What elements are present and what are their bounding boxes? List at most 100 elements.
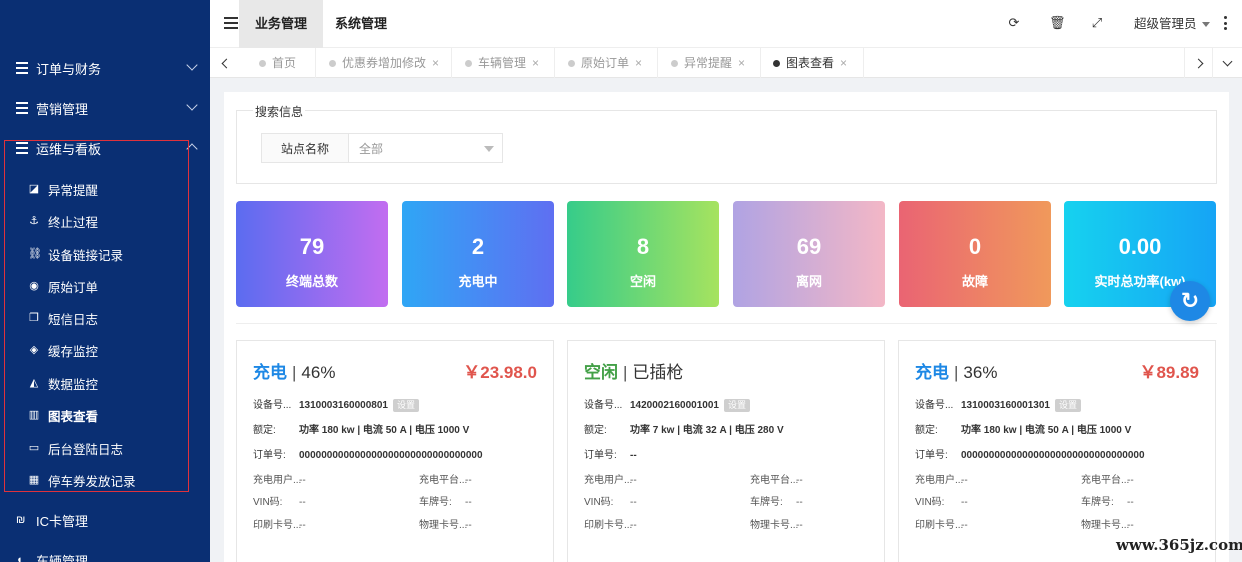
link-icon: ⛓	[28, 248, 42, 260]
settings-badge[interactable]: 设置	[1054, 398, 1081, 412]
close-icon[interactable]: ×	[738, 48, 745, 78]
sidebar-item-sms-log[interactable]: ❐ 短信日志	[28, 303, 198, 333]
rated-spec: 功率 7 kw | 电流 32 A | 电压 280 V	[630, 425, 784, 436]
sidebar-item-data-monitor[interactable]: ◭ 数据监控	[28, 368, 198, 398]
settings-badge[interactable]: 设置	[392, 398, 419, 412]
page-tab-home[interactable]: 首页	[246, 48, 316, 78]
main-content: 搜索信息 站点名称 全部 79 终端总数 2 充电中 8 空闲 69 离网 0 …	[224, 92, 1229, 562]
physical-card: --	[465, 520, 472, 531]
physical-card: --	[796, 520, 803, 531]
dashboard-icon: ◪	[28, 183, 40, 195]
station-select[interactable]: 全部	[348, 133, 503, 163]
status-detail: 已插枪	[632, 363, 684, 382]
menu-list-icon	[16, 102, 28, 114]
charger-card[interactable]: 充电 | 46% ￥23.98.0 设备号... 1310003160000801 设置…	[236, 340, 554, 562]
tabs-dropdown-icon[interactable]	[1212, 48, 1242, 78]
vin-label: VIN码:	[584, 497, 614, 508]
close-icon[interactable]: ×	[432, 48, 439, 78]
device-no-label: 设备号...	[584, 400, 623, 411]
separator: |	[623, 363, 628, 382]
tab-dot	[259, 60, 266, 68]
device-no-label: 设备号...	[915, 400, 954, 411]
plate-label: 车牌号:	[419, 497, 452, 508]
sidebar-item-alerts[interactable]: ◪ 异常提醒	[28, 174, 198, 204]
charging-user-label: 充电用户...	[584, 475, 633, 486]
vin: --	[961, 497, 968, 508]
status-text: 充电	[253, 363, 287, 382]
charger-status: 充电 | 46%	[253, 358, 335, 383]
stat-card-fault[interactable]: 0 故障	[899, 201, 1051, 307]
order-no: --	[630, 450, 637, 461]
collapse-menu-icon[interactable]	[224, 17, 238, 29]
top-tab-system[interactable]: 系统管理	[319, 0, 403, 48]
sidebar-group-marketing[interactable]: 营销管理	[0, 88, 210, 128]
plate: --	[465, 497, 472, 508]
trash-icon[interactable]: 🗑	[1049, 16, 1066, 30]
order-no-label: 订单号:	[584, 450, 617, 461]
compass-icon: ◉	[29, 280, 39, 292]
stat-card-offline[interactable]: 69 离网	[733, 201, 885, 307]
separator: |	[954, 363, 959, 382]
printed-card: --	[630, 520, 637, 531]
sidebar-group-vehicle[interactable]: ◖ 车辆管理	[0, 540, 210, 562]
close-icon[interactable]: ×	[635, 48, 642, 78]
sidebar: 订单与财务 营销管理 运维与看板 ◪ 异常提醒 ⚓ 终止过程 ⛓ 设备链接记录 …	[0, 0, 210, 562]
sidebar-item-cache-monitor[interactable]: ◈ 缓存监控	[28, 335, 198, 365]
sidebar-item-parking-coupon-log[interactable]: ▦ 停车券发放记录	[28, 465, 198, 495]
refresh-icon[interactable]: ⟳	[1007, 16, 1021, 30]
menu-list-icon	[16, 142, 28, 154]
plate-label: 车牌号:	[750, 497, 783, 508]
site-watermark: www.365jz.com	[1116, 536, 1242, 554]
device-no: 1420002160001001	[630, 400, 719, 411]
sidebar-item-raw-orders[interactable]: ◉ 原始订单	[28, 271, 198, 301]
sidebar-item-chart-view[interactable]: ▥ 图表查看	[28, 400, 198, 430]
sidebar-group-label: IC卡管理	[36, 513, 89, 529]
settings-badge[interactable]: 设置	[723, 398, 750, 412]
device-no-label: 设备号...	[253, 400, 292, 411]
stat-card-charging[interactable]: 2 充电中	[402, 201, 554, 307]
chevron-down-icon	[186, 99, 198, 111]
tab-dot	[465, 60, 472, 68]
physical-card-label: 物理卡号...	[419, 520, 468, 531]
rated-label: 额定:	[915, 425, 938, 436]
page-tab-raw-orders[interactable]: 原始订单 ×	[555, 48, 658, 78]
page-tab-alerts[interactable]: 异常提醒 ×	[658, 48, 761, 78]
stat-value: 79	[299, 234, 325, 259]
user-menu[interactable]: 超级管理员	[1134, 0, 1210, 48]
bar-chart-icon: ▥	[28, 409, 40, 421]
page-tab-label: 首页	[272, 56, 297, 70]
search-legend: 搜索信息	[253, 103, 306, 120]
page-tab-label: 图表查看	[786, 56, 835, 70]
charger-card[interactable]: 空闲 | 已插枪 设备号... 1420002160001001 设置 额定: 功率 7 …	[567, 340, 885, 562]
tab-dot	[329, 60, 336, 68]
page-tab-label: 优惠券增加修改	[342, 56, 427, 70]
user-name: 超级管理员	[1134, 17, 1197, 31]
tab-dot	[568, 60, 575, 68]
page-tab-label: 异常提醒	[684, 56, 733, 70]
floating-refresh-button[interactable]: ↻	[1170, 281, 1210, 321]
page-tab-vehicle[interactable]: 车辆管理 ×	[452, 48, 555, 78]
rated-label: 额定:	[584, 425, 607, 436]
tabs-scroll-left-icon[interactable]	[210, 48, 240, 78]
sidebar-item-device-link-log[interactable]: ⛓ 设备链接记录	[28, 239, 198, 269]
stat-card-idle[interactable]: 8 空闲	[567, 201, 719, 307]
charging-user: --	[961, 475, 968, 486]
sidebar-item-stop-process[interactable]: ⚓ 终止过程	[28, 206, 198, 236]
sidebar-group-label: 车辆管理	[36, 553, 89, 562]
page-tab-chart-view[interactable]: 图表查看 ×	[761, 48, 864, 78]
close-icon[interactable]: ×	[840, 48, 847, 78]
more-vertical-icon[interactable]	[1220, 16, 1230, 30]
stat-label: 充电中	[458, 274, 498, 289]
tabs-scroll-right-icon[interactable]	[1184, 48, 1214, 78]
fullscreen-icon[interactable]: ⤢	[1090, 16, 1104, 30]
sidebar-group-ops-dashboard[interactable]: 运维与看板	[0, 128, 210, 168]
top-tab-business[interactable]: 业务管理	[239, 0, 324, 48]
sidebar-item-admin-login-log[interactable]: ▭ 后台登陆日志	[28, 433, 198, 463]
sidebar-group-orders-finance[interactable]: 订单与财务	[0, 48, 210, 88]
stat-card-total[interactable]: 79 终端总数	[236, 201, 388, 307]
charger-card[interactable]: 充电 | 36% ￥89.89 设备号... 1310003160001301 设置 额…	[898, 340, 1216, 562]
sidebar-group-ic-card[interactable]: ₪ IC卡管理	[0, 500, 210, 540]
charging-user: --	[630, 475, 637, 486]
page-tab-coupon-edit[interactable]: 优惠券增加修改 ×	[316, 48, 452, 78]
close-icon[interactable]: ×	[532, 48, 539, 78]
